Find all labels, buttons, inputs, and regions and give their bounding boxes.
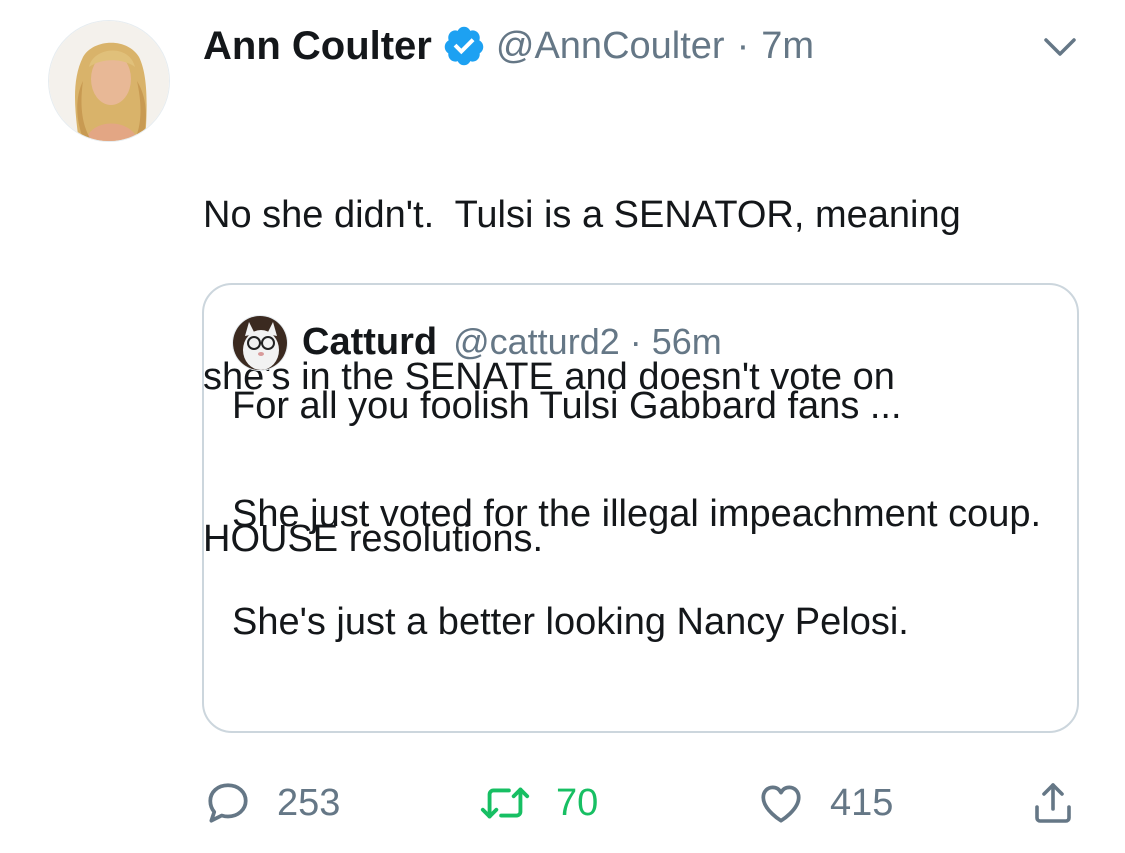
retweet-icon: [480, 787, 530, 819]
tweet[interactable]: Ann Coulter @AnnCoulter · 7m No she didn…: [0, 0, 1125, 853]
reply-icon: [208, 783, 248, 823]
retweet-button[interactable]: 70: [478, 772, 598, 834]
author-avatar[interactable]: [48, 20, 170, 142]
verified-badge-icon: [442, 24, 486, 68]
reply-count: 253: [277, 781, 341, 824]
heart-icon: [761, 785, 801, 823]
reply-button[interactable]: 253: [203, 772, 340, 834]
share-icon: [1035, 783, 1071, 823]
cat-avatar-icon: [233, 316, 287, 370]
retweet-count: 70: [556, 781, 599, 824]
quoted-author-avatar[interactable]: [232, 315, 288, 371]
tweet-header: Ann Coulter @AnnCoulter · 7m: [203, 18, 814, 74]
quoted-paragraph: She's just a better looking Nancy Pelosi…: [232, 601, 909, 643]
quoted-paragraph: She just voted for the illegal impeachme…: [232, 493, 1042, 535]
chevron-down-icon[interactable]: [1040, 30, 1080, 62]
author-handle[interactable]: @AnnCoulter: [496, 25, 725, 68]
quoted-author-handle[interactable]: @catturd2: [453, 321, 620, 363]
quoted-tweet-timestamp[interactable]: 56m: [652, 321, 722, 363]
tweet-actions: 253 70 415: [203, 772, 1083, 834]
separator-dot: ·: [629, 321, 642, 362]
author-name[interactable]: Ann Coulter: [203, 24, 432, 69]
tweet-timestamp[interactable]: 7m: [761, 25, 814, 68]
separator-dot: ·: [736, 24, 750, 67]
like-button[interactable]: 415: [756, 772, 893, 834]
tweet-text-line: No she didn't. Tulsi is a SENATOR, meani…: [203, 194, 961, 236]
quoted-paragraph: For all you foolish Tulsi Gabbard fans .…: [232, 385, 902, 427]
quoted-tweet-text: For all you foolish Tulsi Gabbard fans .…: [232, 379, 1062, 649]
quoted-tweet[interactable]: Catturd @catturd2 · 56m For all you fool…: [202, 283, 1079, 733]
share-button[interactable]: [1029, 772, 1077, 834]
profile-photo-icon: [49, 21, 169, 141]
quoted-tweet-header: Catturd @catturd2 · 56m: [302, 313, 722, 371]
quoted-author-name[interactable]: Catturd: [302, 321, 437, 364]
like-count: 415: [830, 781, 894, 824]
